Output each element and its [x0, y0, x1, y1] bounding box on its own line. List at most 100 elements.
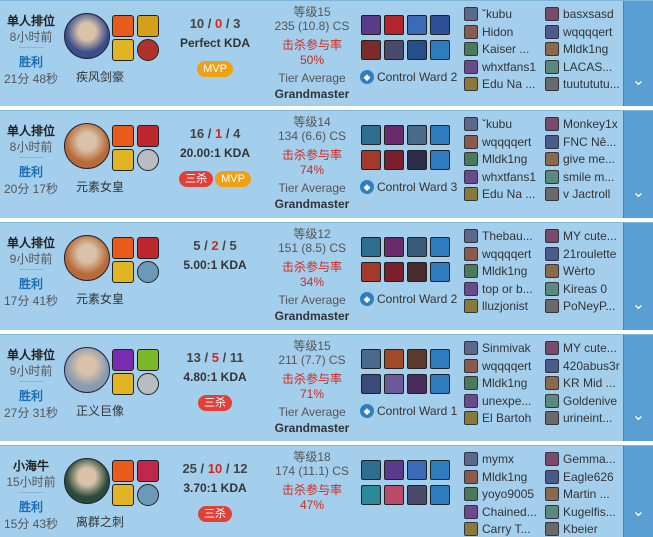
item-icon[interactable]: [384, 237, 404, 257]
match-row[interactable]: 单人排位 8小时前 胜利 21分 48秒 疾风剑豪 10 / 0 / 3 Perfect K…: [0, 0, 653, 106]
player-name[interactable]: wqqqqert: [482, 246, 531, 262]
enemy-player[interactable]: MY cute...: [545, 228, 623, 244]
enemy-player[interactable]: Gemma...: [545, 451, 623, 467]
enemy-player[interactable]: Goldenive: [545, 393, 623, 409]
player-name[interactable]: wqqqqert: [482, 358, 531, 374]
enemy-player[interactable]: PoNeyP...: [545, 298, 623, 314]
player-name[interactable]: wqqqqert: [482, 134, 531, 150]
player-name[interactable]: tuutututu...: [563, 76, 620, 92]
champion-portrait[interactable]: [64, 347, 110, 393]
champion-portrait[interactable]: [64, 123, 110, 169]
item-icon[interactable]: [384, 460, 404, 480]
player-name[interactable]: MY cute...: [563, 340, 617, 356]
ally-player[interactable]: top or b...: [464, 281, 542, 297]
ally-player[interactable]: yoyo9005: [464, 486, 542, 502]
item-icon[interactable]: [361, 349, 381, 369]
ally-player[interactable]: Chained...: [464, 504, 542, 520]
ally-player[interactable]: Hidon: [464, 24, 542, 40]
trinket-icon[interactable]: [430, 40, 450, 60]
ally-player[interactable]: Thebau...: [464, 228, 542, 244]
item-icon[interactable]: [407, 262, 427, 282]
enemy-player[interactable]: tuutututu...: [545, 76, 623, 92]
ally-player[interactable]: Mldk1ng: [464, 263, 542, 279]
player-name[interactable]: Mldk1ng: [482, 263, 527, 279]
enemy-player[interactable]: KR Mid ...: [545, 375, 623, 391]
player-name[interactable]: give me...: [563, 151, 615, 167]
ally-player[interactable]: ˇkubu: [464, 116, 542, 132]
player-name[interactable]: Thebau...: [482, 228, 533, 244]
expand-button[interactable]: ⌄: [623, 1, 653, 106]
player-name[interactable]: Gemma...: [563, 451, 616, 467]
ally-player[interactable]: El Bartoh: [464, 410, 542, 426]
ally-player[interactable]: Mldk1ng: [464, 151, 542, 167]
match-row[interactable]: 小海牛 15小时前 胜利 15分 43秒 离群之刺 25 / 10 / 12 3.70:1 …: [0, 445, 653, 537]
enemy-player[interactable]: basxsasd: [545, 6, 623, 22]
trinket-icon[interactable]: [430, 15, 450, 35]
player-name[interactable]: 420abus3r: [563, 358, 620, 374]
item-icon[interactable]: [361, 40, 381, 60]
item-icon[interactable]: [407, 125, 427, 145]
ally-player[interactable]: Mldk1ng: [464, 375, 542, 391]
item-icon[interactable]: [407, 15, 427, 35]
player-name[interactable]: unexpe...: [482, 393, 531, 409]
ally-player[interactable]: Carry T...: [464, 521, 542, 537]
player-name[interactable]: mymx: [482, 451, 514, 467]
ally-player[interactable]: whxtfans1: [464, 59, 542, 75]
expand-button[interactable]: ⌄: [623, 446, 653, 537]
enemy-player[interactable]: wqqqqert: [545, 24, 623, 40]
enemy-player[interactable]: smile m...: [545, 169, 623, 185]
enemy-player[interactable]: Martin ...: [545, 486, 623, 502]
item-icon[interactable]: [361, 485, 381, 505]
item-icon[interactable]: [361, 125, 381, 145]
enemy-player[interactable]: urineint...: [545, 410, 623, 426]
item-icon[interactable]: [361, 150, 381, 170]
item-icon[interactable]: [361, 15, 381, 35]
trinket-icon[interactable]: [430, 125, 450, 145]
trinket-icon[interactable]: [430, 374, 450, 394]
item-icon[interactable]: [407, 374, 427, 394]
item-icon[interactable]: [407, 237, 427, 257]
player-name[interactable]: Edu Na ...: [482, 186, 535, 202]
player-name[interactable]: ˇkubu: [482, 6, 512, 22]
player-name[interactable]: El Bartoh: [482, 410, 531, 426]
item-icon[interactable]: [384, 40, 404, 60]
item-icon[interactable]: [384, 485, 404, 505]
player-name[interactable]: Mldk1ng: [482, 469, 527, 485]
ally-player[interactable]: whxtfans1: [464, 169, 542, 185]
player-name[interactable]: wqqqqert: [563, 24, 612, 40]
ally-player[interactable]: wqqqqert: [464, 246, 542, 262]
champion-portrait[interactable]: [64, 458, 110, 504]
player-name[interactable]: PoNeyP...: [563, 298, 615, 314]
trinket-icon[interactable]: [430, 237, 450, 257]
player-name[interactable]: Hidon: [482, 24, 513, 40]
player-name[interactable]: Monkey1x: [563, 116, 618, 132]
item-icon[interactable]: [361, 460, 381, 480]
player-name[interactable]: ˇkubu: [482, 116, 512, 132]
ally-player[interactable]: Sinmivak: [464, 340, 542, 356]
item-icon[interactable]: [361, 237, 381, 257]
player-name[interactable]: whxtfans1: [482, 59, 536, 75]
enemy-player[interactable]: 420abus3r: [545, 358, 623, 374]
player-name[interactable]: Carry T...: [482, 521, 530, 537]
item-icon[interactable]: [384, 349, 404, 369]
item-icon[interactable]: [407, 150, 427, 170]
item-icon[interactable]: [407, 40, 427, 60]
player-name[interactable]: top or b...: [482, 281, 533, 297]
ally-player[interactable]: Edu Na ...: [464, 186, 542, 202]
enemy-player[interactable]: LACAS...: [545, 59, 623, 75]
item-icon[interactable]: [361, 262, 381, 282]
item-icon[interactable]: [407, 349, 427, 369]
player-name[interactable]: Edu Na ...: [482, 76, 535, 92]
item-icon[interactable]: [384, 262, 404, 282]
ally-player[interactable]: ˇkubu: [464, 6, 542, 22]
player-name[interactable]: Kaiser ...: [482, 41, 529, 57]
enemy-player[interactable]: Kbeier: [545, 521, 623, 537]
expand-button[interactable]: ⌄: [623, 223, 653, 330]
champion-portrait[interactable]: [64, 235, 110, 281]
player-name[interactable]: Sinmivak: [482, 340, 531, 356]
player-name[interactable]: Mldk1ng: [563, 41, 608, 57]
player-name[interactable]: LACAS...: [563, 59, 612, 75]
player-name[interactable]: v Jactroll: [563, 186, 610, 202]
player-name[interactable]: Goldenive: [563, 393, 617, 409]
ally-player[interactable]: Edu Na ...: [464, 76, 542, 92]
